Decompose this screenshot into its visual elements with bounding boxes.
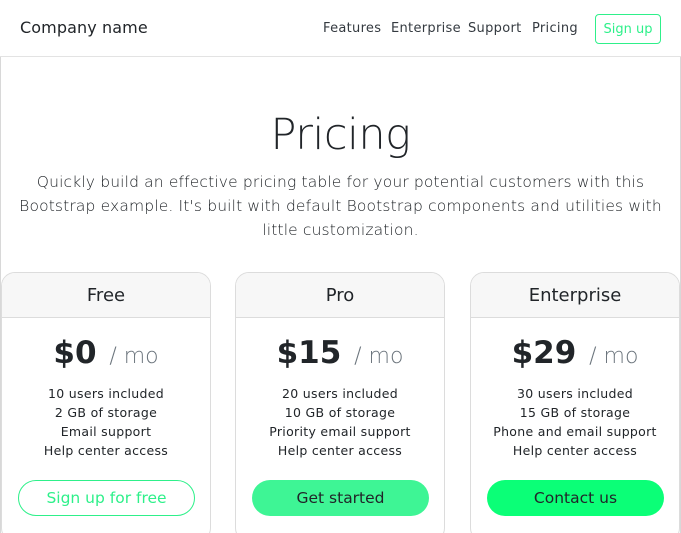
feature-list: 10 users included 2 GB of storage Email … <box>2 384 210 460</box>
price-amount: $29 <box>511 335 577 371</box>
feature-item: 30 users included <box>517 386 633 401</box>
sign-up-for-free-button[interactable]: Sign up for free <box>18 480 195 516</box>
pricing-card-enterprise: Enterprise $29 / mo 30 users included 15… <box>470 272 680 533</box>
pricing-page: Company name Features Enterprise Support… <box>0 0 681 533</box>
plan-price: $0 / mo <box>2 335 210 371</box>
pricing-card-pro: Pro $15 / mo 20 users included 10 GB of … <box>235 272 445 533</box>
plan-price: $15 / mo <box>236 335 444 371</box>
plan-name: Free <box>2 273 210 318</box>
nav-link-pricing[interactable]: Pricing <box>532 21 578 36</box>
feature-item: 2 GB of storage <box>54 405 158 420</box>
plan-name: Enterprise <box>471 273 679 318</box>
feature-item: 10 users included <box>48 386 164 401</box>
price-period: / mo <box>354 344 404 369</box>
plan-name: Pro <box>236 273 444 318</box>
feature-item: Priority email support <box>269 424 411 439</box>
contact-us-button[interactable]: Contact us <box>487 480 664 516</box>
feature-list: 20 users included 10 GB of storage Prior… <box>236 384 444 460</box>
sign-up-button[interactable]: Sign up <box>595 14 661 44</box>
feature-item: Help center access <box>43 443 169 458</box>
plan-price: $29 / mo <box>471 335 679 371</box>
feature-item: 15 GB of storage <box>519 405 631 420</box>
feature-item: Help center access <box>277 443 403 458</box>
feature-item: 20 users included <box>282 386 398 401</box>
feature-list: 30 users included 15 GB of storage Phone… <box>471 384 679 460</box>
price-amount: $15 <box>276 335 342 371</box>
top-navbar: Company name Features Enterprise Support… <box>0 0 681 57</box>
nav-link-features[interactable]: Features <box>323 21 381 36</box>
price-period: / mo <box>589 344 639 369</box>
feature-item: Help center access <box>512 443 638 458</box>
nav-link-enterprise[interactable]: Enterprise <box>391 21 461 36</box>
feature-item: Phone and email support <box>493 424 657 439</box>
pricing-card-free: Free $0 / mo 10 users included 2 GB of s… <box>1 272 211 533</box>
get-started-button[interactable]: Get started <box>252 480 429 516</box>
price-period: / mo <box>109 344 159 369</box>
feature-item: 10 GB of storage <box>284 405 396 420</box>
brand-name[interactable]: Company name <box>20 18 148 37</box>
feature-item: Email support <box>60 424 152 439</box>
page-title: Pricing <box>270 110 411 160</box>
nav-link-support[interactable]: Support <box>468 21 522 36</box>
price-amount: $0 <box>53 335 97 371</box>
page-lead-text: Quickly build an effective pricing table… <box>19 173 662 239</box>
